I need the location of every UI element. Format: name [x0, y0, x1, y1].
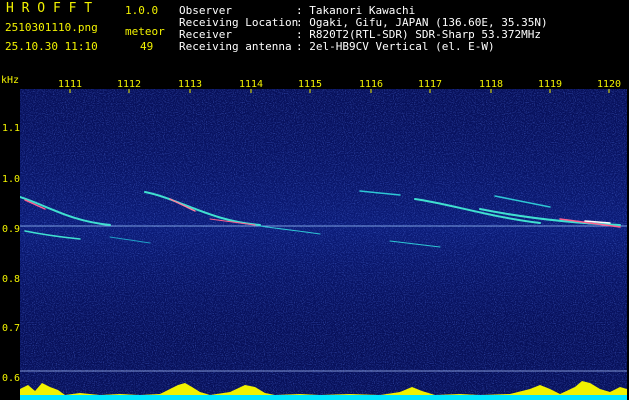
y-tick-label: 0.9 [2, 224, 21, 235]
app-name: H R O F F T [6, 1, 93, 16]
y-tick-label: 0.8 [2, 274, 21, 285]
info-label-antenna: Receiving antenna [179, 40, 292, 53]
spectrogram-waterfall [20, 89, 627, 400]
app-version: 1.0.0 [125, 4, 159, 17]
y-tick-label: 1.0 [2, 174, 21, 185]
info-value-antenna: : 2el-HB9CV Vertical (el. E-W) [296, 40, 495, 53]
bottom-strip [20, 395, 627, 400]
y-axis-unit: kHz [1, 75, 20, 86]
timestamp: 25.10.30 11:10 [5, 40, 98, 53]
y-tick-label: 1.1 [2, 123, 21, 134]
file-name: 2510301110.png [5, 21, 98, 34]
spectrogram-canvas [20, 89, 627, 400]
meteor-label: meteor [125, 25, 165, 38]
header-panel: H R O F F T 1.0.0 2510301110.png meteor … [0, 0, 629, 72]
meteor-count: 49 [140, 40, 154, 53]
y-tick-label: 0.7 [2, 323, 21, 334]
y-tick-label: 0.6 [2, 373, 21, 384]
